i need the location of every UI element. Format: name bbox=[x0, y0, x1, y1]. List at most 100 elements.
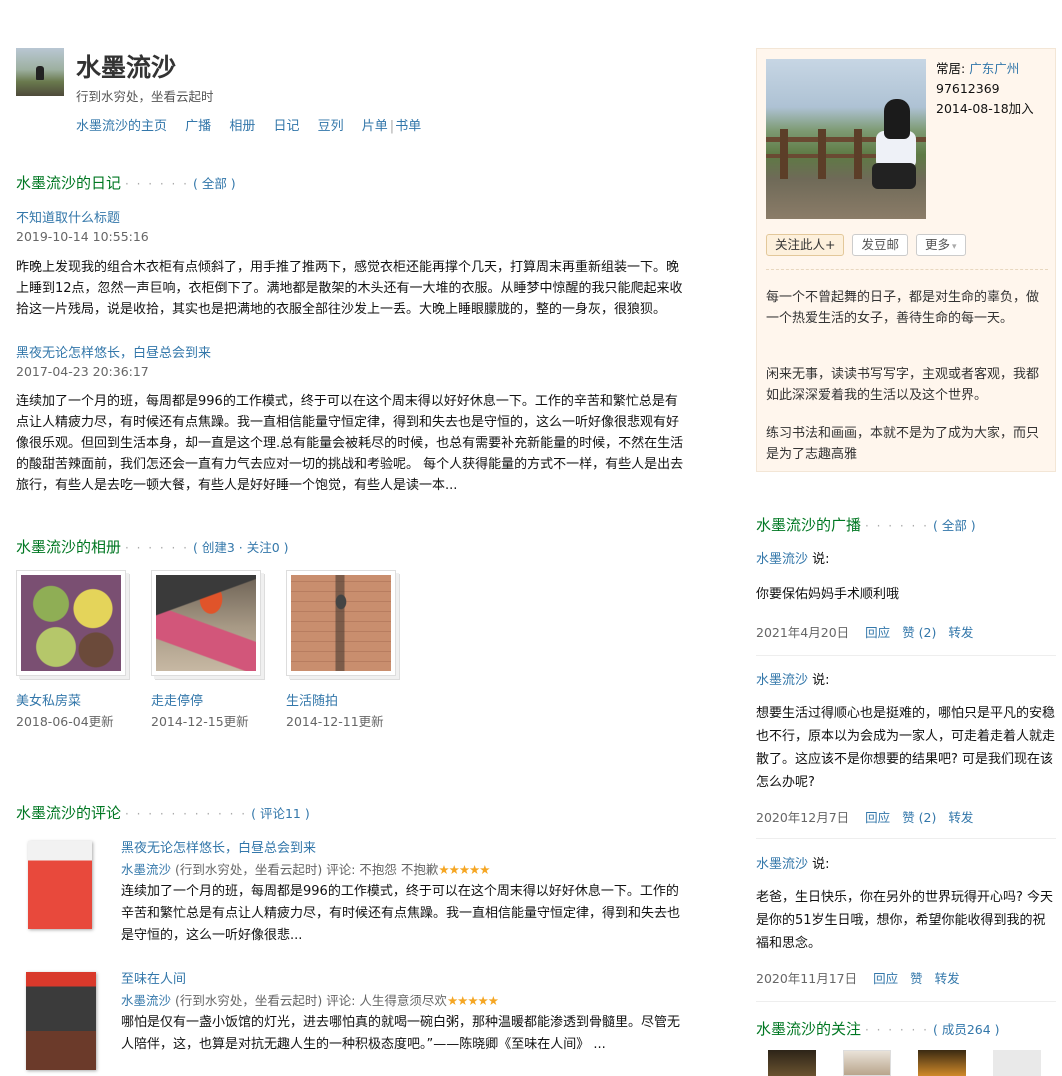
album-card[interactable]: 美女私房菜 2018-06-04更新 bbox=[16, 570, 131, 730]
diary-section-title: 水墨流沙的日记 bbox=[16, 174, 122, 192]
diary-entry-title[interactable]: 黑夜无论怎样悠长，白昼总会到来 bbox=[16, 342, 211, 361]
review-body: 哪怕是仅有一盏小饭馆的灯光，进去哪怕真的就喝一碗白粥，那种温暖都能渗透到骨髓里。… bbox=[121, 1015, 681, 1052]
profile-photo[interactable] bbox=[766, 59, 926, 219]
section-dots: · · · · · · bbox=[125, 177, 189, 191]
album-updated: 2018-06-04更新 bbox=[16, 714, 114, 729]
review-count[interactable]: ( 评论11 ) bbox=[251, 806, 310, 821]
nav-book-list[interactable]: 书单 bbox=[395, 119, 421, 134]
broadcast-actions: 2020年11月17日 回应赞转发 bbox=[756, 968, 1056, 987]
profile-card: 常居: 广东广州 97612369 2014-08-18加入 关注此人+ 发豆邮更… bbox=[756, 48, 1056, 472]
send-mail-button[interactable]: 发豆邮 bbox=[852, 234, 908, 256]
review-meta: 水墨流沙 (行到水穷处，坐看云起时) 评论: 不抱怨 不抱歉★★★★★ bbox=[121, 859, 490, 878]
album-thumbnail[interactable] bbox=[286, 570, 396, 676]
album-name[interactable]: 美女私房菜 bbox=[16, 690, 131, 709]
avatar[interactable] bbox=[16, 48, 64, 96]
broadcast-author[interactable]: 水墨流沙 bbox=[756, 857, 808, 872]
broadcast-author[interactable]: 水墨流沙 bbox=[756, 673, 808, 688]
broadcast-section-header: 水墨流沙的广播 · · · · · · ( 全部 ) bbox=[756, 514, 976, 535]
divider bbox=[756, 1001, 1056, 1002]
album-thumbnail[interactable] bbox=[16, 570, 126, 676]
broadcast-item: 水墨流沙 说: 老爸，生日快乐，你在另外的世界玩得开心吗? 今天是你的51岁生日… bbox=[756, 853, 1056, 987]
section-dots: · · · · · · bbox=[865, 519, 929, 533]
nav-separator: | bbox=[389, 119, 395, 134]
album-card[interactable]: 生活随拍 2014-12-11更新 bbox=[286, 570, 401, 730]
album-updated: 2014-12-15更新 bbox=[151, 714, 249, 729]
profile-intro: 每一个不曾起舞的日子，都是对生命的辜负，做一个热爱生活的女子，善待生命的每一天。 bbox=[766, 290, 1040, 326]
like-link[interactable]: 赞 (2) bbox=[902, 625, 936, 640]
share-link[interactable]: 转发 bbox=[948, 810, 973, 825]
reply-link[interactable]: 回应 bbox=[865, 625, 890, 640]
review-author-tag: (行到水穷处，坐看云起时) bbox=[175, 993, 323, 1008]
review-author-tag: (行到水穷处，坐看云起时) bbox=[175, 862, 323, 877]
following-section-header: 水墨流沙的关注 · · · · · · ( 成员264 ) bbox=[756, 1018, 1000, 1039]
following-avatar[interactable] bbox=[843, 1050, 891, 1076]
book-cover[interactable] bbox=[26, 972, 96, 1070]
share-link[interactable]: 转发 bbox=[948, 625, 973, 640]
broadcast-date[interactable]: 2021年4月20日 bbox=[756, 625, 849, 640]
review-title[interactable]: 至味在人间 bbox=[121, 968, 186, 987]
album-card[interactable]: 走走停停 2014-12-15更新 bbox=[151, 570, 266, 730]
nav-movie-list[interactable]: 片单 bbox=[362, 119, 388, 134]
like-link[interactable]: 赞 (2) bbox=[902, 810, 936, 825]
broadcast-section-title: 水墨流沙的广播 bbox=[756, 516, 862, 534]
review-title[interactable]: 黑夜无论怎样悠长，白昼总会到来 bbox=[121, 837, 316, 856]
diary-entry-title[interactable]: 不知道取什么标题 bbox=[16, 207, 120, 226]
review-author[interactable]: 水墨流沙 bbox=[121, 862, 171, 877]
diary-all-link[interactable]: ( 全部 ) bbox=[193, 176, 236, 191]
profile-intro: 练习书法和画画，本就不是为了成为大家，而只是为了志趣高雅 bbox=[766, 426, 1040, 462]
album-stats[interactable]: ( 创建3 · 关注0 ) bbox=[193, 540, 289, 555]
nav-home[interactable]: 水墨流沙的主页 bbox=[76, 119, 167, 134]
more-label: 更多 bbox=[925, 237, 951, 252]
album-section-title: 水墨流沙的相册 bbox=[16, 538, 122, 556]
section-dots: · · · · · · · · · · · bbox=[125, 807, 248, 821]
following-avatar[interactable] bbox=[918, 1050, 966, 1076]
says-label: 说: bbox=[808, 552, 830, 567]
nav-broadcast[interactable]: 广播 bbox=[185, 119, 211, 134]
diary-entry-body: 昨晚上发现我的组合木衣柜有点倾斜了，用手推了推两下，感觉衣柜还能再撑个几天，打算… bbox=[16, 260, 683, 317]
book-cover[interactable] bbox=[28, 841, 92, 929]
nav-doulist[interactable]: 豆列 bbox=[318, 119, 344, 134]
broadcast-author[interactable]: 水墨流沙 bbox=[756, 552, 808, 567]
broadcast-date[interactable]: 2020年11月17日 bbox=[756, 971, 857, 986]
review-subject: 评论: 不抱怨 不抱歉 bbox=[326, 862, 439, 877]
review-author[interactable]: 水墨流沙 bbox=[121, 993, 171, 1008]
reply-link[interactable]: 回应 bbox=[865, 810, 890, 825]
album-name[interactable]: 生活随拍 bbox=[286, 690, 401, 709]
album-thumbnail[interactable] bbox=[151, 570, 261, 676]
reply-link[interactable]: 回应 bbox=[873, 971, 898, 986]
following-avatar[interactable] bbox=[993, 1050, 1041, 1076]
share-link[interactable]: 转发 bbox=[935, 971, 960, 986]
like-link[interactable]: 赞 bbox=[910, 971, 923, 986]
review-section-header: 水墨流沙的评论 · · · · · · · · · · ·( 评论11 ) bbox=[16, 802, 310, 823]
broadcast-item: 水墨流沙 说: 想要生活过得顺心也是挺难的，哪怕只是平凡的安稳也不行，原本以为会… bbox=[756, 669, 1056, 826]
follow-button[interactable]: 关注此人+ bbox=[766, 234, 845, 256]
broadcast-all-link[interactable]: ( 全部 ) bbox=[933, 518, 976, 533]
following-avatar[interactable] bbox=[768, 1050, 816, 1076]
profile-info: 常居: 广东广州 97612369 2014-08-18加入 bbox=[936, 59, 1034, 119]
following-section-title: 水墨流沙的关注 bbox=[756, 1020, 862, 1038]
following-count[interactable]: ( 成员264 ) bbox=[933, 1022, 1000, 1037]
user-id: 97612369 bbox=[936, 81, 1000, 96]
diary-entry-date: 2019-10-14 10:55:16 bbox=[16, 229, 149, 244]
rating-stars: ★★★★★ bbox=[446, 993, 499, 1008]
profile-intro: 闲来无事，读读书写写字，主观或者客观，我都如此深深爱着我的生活以及这个世界。 bbox=[766, 367, 1040, 403]
album-section-header: 水墨流沙的相册 · · · · · · ( 创建3 · 关注0 ) bbox=[16, 536, 289, 557]
section-dots: · · · · · · bbox=[865, 1023, 929, 1037]
review-section-title: 水墨流沙的评论 bbox=[16, 804, 122, 822]
album-name[interactable]: 走走停停 bbox=[151, 690, 266, 709]
location-link[interactable]: 广东广州 bbox=[969, 61, 1019, 76]
rating-stars: ★★★★★ bbox=[438, 862, 490, 877]
says-label: 说: bbox=[808, 857, 830, 872]
broadcast-date[interactable]: 2020年12月7日 bbox=[756, 810, 849, 825]
divider bbox=[756, 655, 1056, 656]
nav-diary[interactable]: 日记 bbox=[273, 119, 299, 134]
location-row: 常居: 广东广州 bbox=[936, 59, 1034, 79]
more-button[interactable]: 更多 ▾ bbox=[916, 234, 966, 256]
diary-entry-date: 2017-04-23 20:36:17 bbox=[16, 364, 149, 379]
nav-albums[interactable]: 相册 bbox=[229, 119, 255, 134]
user-tagline: 行到水穷处，坐看云起时 bbox=[76, 89, 214, 104]
says-label: 说: bbox=[808, 673, 830, 688]
location-label: 常居: bbox=[936, 61, 966, 76]
broadcast-actions: 2020年12月7日 回应赞 (2) 转发 bbox=[756, 807, 1056, 826]
review-item: 至味在人间 水墨流沙 (行到水穷处，坐看云起时) 评论: 人生得意须尽欢★★★★… bbox=[16, 968, 696, 1076]
